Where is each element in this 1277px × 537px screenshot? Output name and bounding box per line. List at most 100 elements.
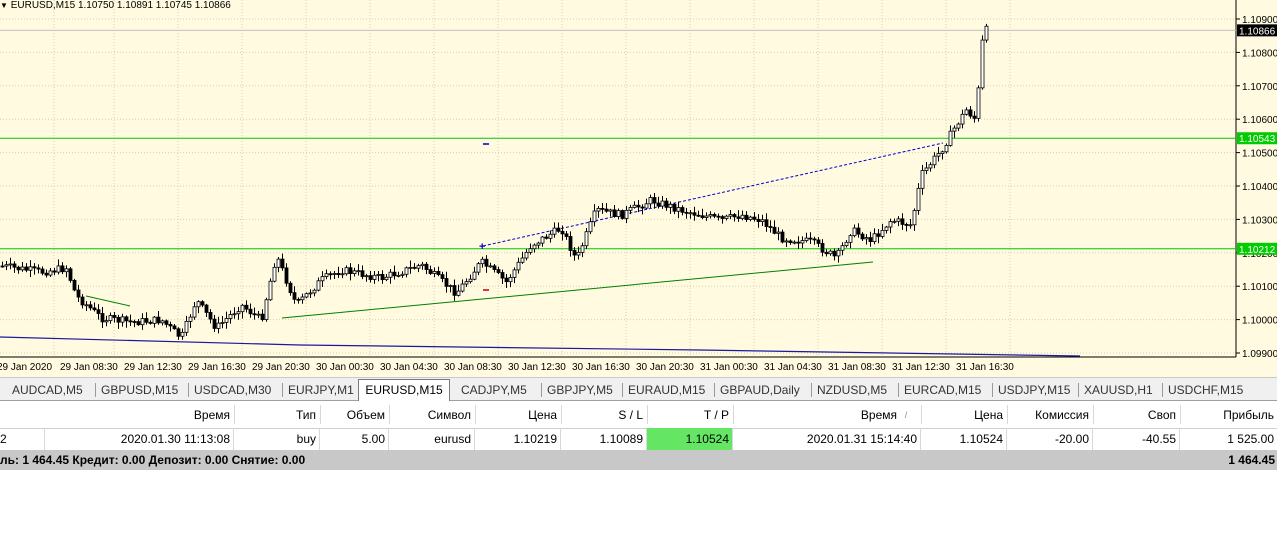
candle-body <box>640 206 645 209</box>
candle-body <box>676 207 681 212</box>
tab-gbpusd-m15[interactable]: GBPUSD,M15 <box>101 380 178 400</box>
candle-body <box>108 314 113 322</box>
tab-eurjpy-m1[interactable]: EURJPY,M1 <box>288 380 354 400</box>
candle-body <box>392 271 397 277</box>
candle-body <box>236 311 241 315</box>
tab-separator <box>1078 383 1079 397</box>
candle-body <box>728 214 733 217</box>
candle-body <box>472 271 477 280</box>
candle-body <box>412 266 417 269</box>
price-label: 1.10600 <box>1242 115 1277 126</box>
candle-body <box>532 244 537 250</box>
tp-price-tag: 1.10543 <box>1239 134 1276 145</box>
candle-body <box>964 109 969 115</box>
tab-usdjpy-m15[interactable]: USDJPY,M15 <box>998 380 1070 400</box>
candle-body <box>148 321 153 324</box>
cell-volume: 5.00 <box>320 428 389 450</box>
candle-body <box>848 235 853 243</box>
candle-body <box>56 265 61 273</box>
cell-tp[interactable]: 1.10524 <box>647 428 733 450</box>
candle-body <box>360 270 365 277</box>
candle-body <box>504 277 509 283</box>
candle-body <box>912 210 917 226</box>
price-chart[interactable]: 1.10900 1.10800 1.10700 1.10600 1.10500 1.104… <box>0 0 1277 377</box>
tab-cadjpy-m5[interactable]: CADJPY,M5 <box>461 380 527 400</box>
tab-xauusd-h1[interactable]: XAUUSD,H1 <box>1084 380 1153 400</box>
tab-usdchf-m15[interactable]: USDCHF,M15 <box>1168 380 1243 400</box>
candle-body <box>620 210 625 219</box>
chart-ohlc-text: EURUSD,M15 1.10750 1.10891 1.10745 1.108… <box>10 0 231 11</box>
tab-separator <box>541 383 542 397</box>
time-label: 30 Jan 20:30 <box>636 362 694 373</box>
col-header-commission[interactable]: Комиссия <box>1007 403 1089 427</box>
tab-usdcad-m30[interactable]: USDCAD,M30 <box>194 380 271 400</box>
tab-eurcad-m15[interactable]: EURCAD,M15 <box>904 380 981 400</box>
candle-body <box>916 187 921 211</box>
col-header-time-close[interactable]: Время <box>733 403 897 427</box>
candle-body <box>960 113 965 125</box>
candle-body <box>664 200 669 208</box>
candle-body <box>168 324 173 327</box>
time-label: 31 Jan 04:30 <box>764 362 822 373</box>
col-header-swap[interactable]: Своп <box>1093 403 1176 427</box>
candle-body <box>284 267 289 284</box>
candle-body <box>124 316 129 322</box>
candle-body <box>164 320 169 325</box>
candle-body <box>956 123 961 129</box>
candle-body <box>720 216 725 219</box>
candle-body <box>156 316 161 324</box>
candle-body <box>476 263 481 273</box>
col-header-tp[interactable]: T / P <box>647 403 729 427</box>
candle-body <box>944 145 949 153</box>
cell-time-close: 2020.01.31 15:14:40 <box>733 428 921 450</box>
cell-sl[interactable]: 1.10089 <box>561 428 647 450</box>
col-header-type[interactable]: Тип <box>234 403 316 427</box>
candle-body <box>448 285 453 287</box>
col-header-profit[interactable]: Прибыль <box>1180 403 1274 427</box>
candle-body <box>812 238 817 241</box>
candle-body <box>936 153 941 157</box>
chart-canvas[interactable]: 1.10900 1.10800 1.10700 1.10600 1.10500 1.104… <box>0 0 1277 377</box>
candle-body <box>208 312 213 320</box>
col-header-symbol[interactable]: Символ <box>389 403 471 427</box>
cell-symbol: eurusd <box>389 428 475 450</box>
candle-body <box>648 197 653 205</box>
tab-audcad-m5[interactable]: AUDCAD,M5 <box>12 380 83 400</box>
col-header-time-open[interactable]: Время <box>45 403 230 427</box>
trade-row[interactable]: 2 2020.01.30 11:13:08 buy 5.00 eurusd 1.… <box>0 428 1277 451</box>
candle-body <box>560 230 565 235</box>
candle-body <box>576 251 581 256</box>
tab-gbpjpy-m5[interactable]: GBPJPY,M5 <box>547 380 613 400</box>
col-header-price-close[interactable]: Цена <box>921 403 1003 427</box>
candle-body <box>884 226 889 231</box>
tab-gbpaud-daily[interactable]: GBPAUD,Daily <box>720 380 800 400</box>
candle-body <box>904 224 909 226</box>
candle-body <box>232 313 237 316</box>
candle-body <box>372 274 377 280</box>
candle-body <box>104 320 109 323</box>
candle-body <box>552 227 557 235</box>
price-label: 1.10400 <box>1242 182 1277 193</box>
summary-total: 1 464.45 <box>1228 453 1275 467</box>
tab-nzdusd-m5[interactable]: NZDUSD,M5 <box>817 380 887 400</box>
candle-body <box>452 285 457 296</box>
tab-eurusd-m15[interactable]: EURUSD,M15 <box>358 379 450 401</box>
triangle-down-icon: ▼ <box>0 1 8 10</box>
candle-body <box>844 241 849 247</box>
candle-body <box>172 325 177 330</box>
candle-body <box>680 207 685 213</box>
candle-body <box>44 272 49 276</box>
candle-body <box>932 155 937 166</box>
col-header-price-open[interactable]: Цена <box>475 403 557 427</box>
tab-separator <box>282 383 283 397</box>
candle-body <box>836 249 841 257</box>
candle-body <box>592 210 597 223</box>
col-header-sl[interactable]: S / L <box>561 403 643 427</box>
candle-body <box>420 263 425 267</box>
candle-body <box>756 218 761 222</box>
candle-body <box>196 301 201 308</box>
candle-body <box>296 298 301 301</box>
price-label: 1.10500 <box>1242 149 1277 160</box>
tab-euraud-m15[interactable]: EURAUD,M15 <box>628 380 705 400</box>
col-header-volume[interactable]: Объем <box>320 403 385 427</box>
